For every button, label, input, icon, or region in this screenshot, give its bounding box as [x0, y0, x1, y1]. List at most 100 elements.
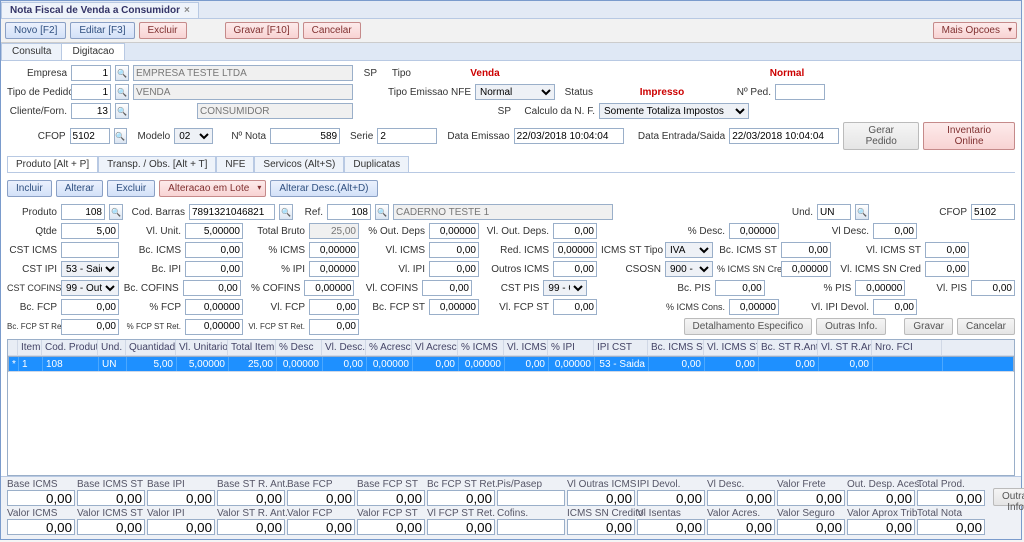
footer-value[interactable]: [217, 519, 285, 535]
vl-icms-input[interactable]: [429, 242, 479, 258]
ref-input[interactable]: [327, 204, 371, 220]
vl-fcp-st-input[interactable]: [553, 299, 597, 315]
novo-button[interactable]: Novo [F2]: [5, 22, 66, 39]
cst-pis-select[interactable]: 99 - Out: [543, 280, 587, 296]
item-alteracao-lote-button[interactable]: Alteracao em Lote: [159, 180, 266, 197]
serie-input[interactable]: [377, 128, 437, 144]
footer-value[interactable]: [707, 490, 775, 506]
grid-header[interactable]: % ICMS: [458, 340, 504, 355]
footer-value[interactable]: [427, 519, 495, 535]
grid-header[interactable]: Vl. ICMS: [504, 340, 548, 355]
bc-cofins-input[interactable]: [183, 280, 241, 296]
pct-fcp-input[interactable]: [185, 299, 243, 315]
cfop-input[interactable]: [70, 128, 110, 144]
empresa-id-input[interactable]: [71, 65, 111, 81]
tipo-emissao-select[interactable]: Normal: [475, 84, 555, 100]
footer-value[interactable]: [77, 519, 145, 535]
vl-ipi-devol-input[interactable]: [873, 299, 917, 315]
bc-pis-input[interactable]: [715, 280, 765, 296]
footer-value[interactable]: [427, 490, 495, 506]
vl-desc-input[interactable]: [873, 223, 917, 239]
footer-value[interactable]: [217, 490, 285, 506]
tipo-pedido-id-input[interactable]: [71, 84, 111, 100]
bc-fcp-st-input[interactable]: [429, 299, 479, 315]
grid-header[interactable]: Vl. ICMS ST: [704, 340, 758, 355]
cst-icms-input[interactable]: [61, 242, 119, 258]
footer-value[interactable]: [357, 490, 425, 506]
footer-value[interactable]: [917, 490, 985, 506]
grid-header[interactable]: % Acresc.: [366, 340, 412, 355]
footer-value[interactable]: [567, 519, 635, 535]
gerar-pedido-button[interactable]: Gerar Pedido: [843, 122, 919, 150]
cod-barras-input[interactable]: [189, 204, 275, 220]
ref-search-icon[interactable]: 🔍: [375, 204, 389, 220]
tab-produto[interactable]: Produto [Alt + P]: [7, 156, 98, 172]
grid-header[interactable]: Quantidade: [126, 340, 176, 355]
footer-value[interactable]: [637, 490, 705, 506]
no-nota-input[interactable]: [270, 128, 340, 144]
tipo-pedido-search-icon[interactable]: 🔍: [115, 84, 129, 100]
vl-fcp-input[interactable]: [309, 299, 359, 315]
item-alterar-desc-button[interactable]: Alterar Desc.(Alt+D): [270, 180, 377, 197]
icms-st-tipo-select[interactable]: IVA: [665, 242, 713, 258]
vl-icms-sn-cred-input[interactable]: [925, 261, 969, 277]
produto-search-icon[interactable]: 🔍: [109, 204, 123, 220]
tab-nfe[interactable]: NFE: [216, 156, 254, 172]
grid-header[interactable]: Cod. Produto: [42, 340, 98, 355]
csosn-select[interactable]: 900 - Ou: [665, 261, 713, 277]
data-emissao-input[interactable]: [514, 128, 624, 144]
vl-out-deps-input[interactable]: [553, 223, 597, 239]
footer-value[interactable]: [77, 490, 145, 506]
pct-ipi-input[interactable]: [309, 261, 359, 277]
vl-ipi-input[interactable]: [429, 261, 479, 277]
outras-info-button[interactable]: Outras Info.: [816, 318, 886, 335]
grid-header[interactable]: % IPI: [548, 340, 594, 355]
footer-value[interactable]: [497, 519, 565, 535]
window-tab[interactable]: Nota Fiscal de Venda a Consumidor ×: [1, 2, 199, 18]
grid-header[interactable]: Bc. ICMS ST: [648, 340, 704, 355]
footer-value[interactable]: [497, 490, 565, 506]
bc-fcp-input[interactable]: [61, 299, 119, 315]
pct-desc-input[interactable]: [729, 223, 779, 239]
cliente-search-icon[interactable]: 🔍: [115, 103, 129, 119]
gravar-button[interactable]: Gravar [F10]: [225, 22, 299, 39]
item-excluir-button[interactable]: Excluir: [107, 180, 155, 197]
cod-barras-search-icon[interactable]: 🔍: [279, 204, 293, 220]
footer-value[interactable]: [777, 490, 845, 506]
vl-icms-st-input[interactable]: [925, 242, 969, 258]
footer-value[interactable]: [917, 519, 985, 535]
grid-header[interactable]: Item: [18, 340, 42, 355]
pct-icms-sn-cred-input[interactable]: [781, 261, 831, 277]
grid-header[interactable]: IPI CST: [594, 340, 648, 355]
vl-pis-input[interactable]: [971, 280, 1015, 296]
grid-header[interactable]: % Desc: [276, 340, 322, 355]
footer-value[interactable]: [7, 490, 75, 506]
data-es-input[interactable]: [729, 128, 839, 144]
items-grid[interactable]: ItemCod. ProdutoUnd.QuantidadeVl. Unitar…: [7, 339, 1015, 476]
und-search-icon[interactable]: 🔍: [855, 204, 869, 220]
grid-header[interactable]: Total Item: [228, 340, 276, 355]
item-alterar-button[interactable]: Alterar: [56, 180, 103, 197]
tab-digitacao[interactable]: Digitacao: [61, 43, 125, 60]
grid-header[interactable]: Und.: [98, 340, 126, 355]
cst-ipi-select[interactable]: 53 - Saida n: [61, 261, 119, 277]
outros-icms-input[interactable]: [553, 261, 597, 277]
grid-header[interactable]: Vl. Desc.: [322, 340, 366, 355]
vl-fcp-st-ret-input[interactable]: [309, 319, 359, 335]
pct-out-deps-input[interactable]: [429, 223, 479, 239]
tab-consulta[interactable]: Consulta: [1, 43, 62, 60]
footer-value[interactable]: [707, 519, 775, 535]
grid-header[interactable]: Vl. ST R.Ant.: [818, 340, 872, 355]
footer-value[interactable]: [637, 519, 705, 535]
bc-ipi-input[interactable]: [185, 261, 243, 277]
item-incluir-button[interactable]: Incluir: [7, 180, 52, 197]
footer-value[interactable]: [147, 490, 215, 506]
calc-select[interactable]: Somente Totaliza Impostos: [599, 103, 749, 119]
inventario-online-button[interactable]: Inventario Online: [923, 122, 1015, 150]
modelo-select[interactable]: 02: [174, 128, 213, 144]
footer-value[interactable]: [287, 490, 355, 506]
grid-header[interactable]: Vl Acresc.: [412, 340, 458, 355]
footer-outras-info-button[interactable]: Outras Info.: [993, 488, 1024, 506]
pct-icms-input[interactable]: [309, 242, 359, 258]
item-cfop-input[interactable]: [971, 204, 1015, 220]
